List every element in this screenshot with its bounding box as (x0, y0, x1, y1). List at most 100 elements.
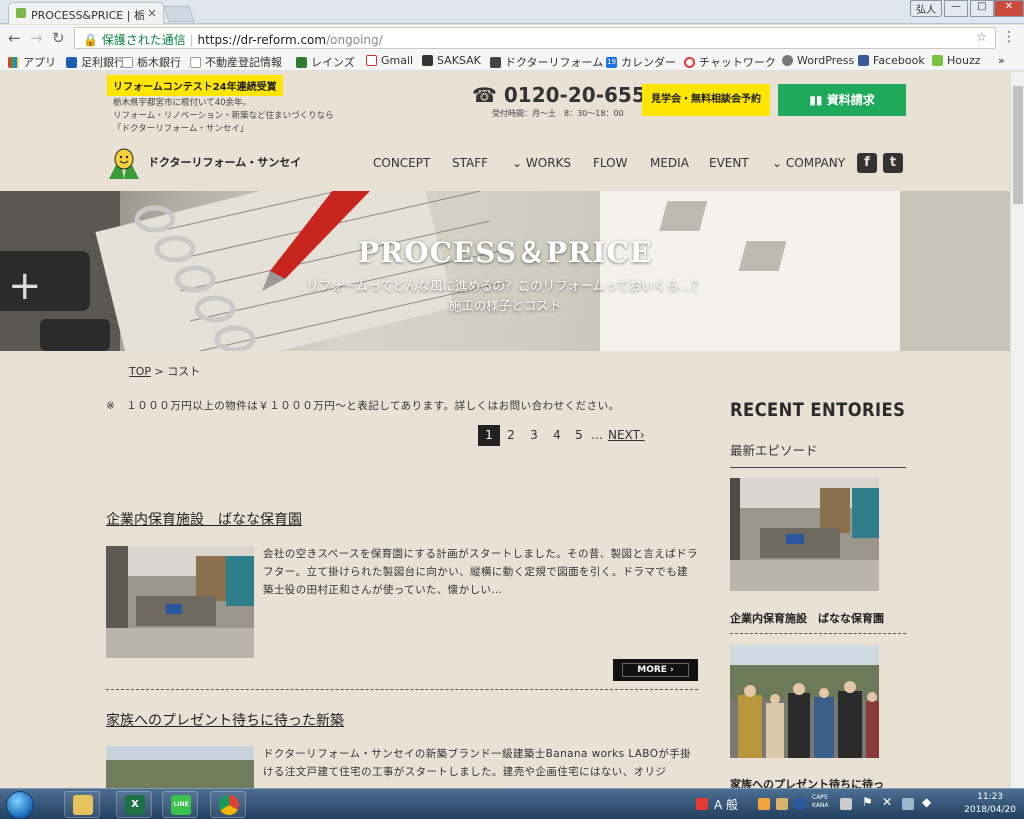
taskbar-chrome[interactable] (210, 791, 246, 818)
taskbar-explorer[interactable] (64, 791, 100, 818)
system-clock[interactable]: 11:23 2018/04/20 (964, 791, 1016, 817)
site-favicon-icon (16, 8, 26, 18)
dropbox-icon[interactable]: ◆ (922, 795, 931, 809)
twitter-icon[interactable]: t (883, 153, 903, 173)
address-bar[interactable]: 🔒 保護された通信 | https://dr-reform.com/ongoin… (74, 27, 996, 49)
reins-icon (296, 56, 307, 68)
user-profile-button[interactable]: 弘人 (910, 0, 942, 17)
nav-works[interactable]: ⌄ WORKS (512, 156, 571, 170)
bookmark-saksak[interactable]: SAKSAK (422, 54, 481, 67)
back-arrow-icon[interactable]: ← (8, 29, 21, 47)
breadcrumb-top-link[interactable]: TOP (129, 365, 151, 378)
web-page: リフォームコンテスト24年連続受賞 栃木県宇都宮市に根付いて40余年。 リフォー… (0, 72, 1010, 788)
help-icon[interactable] (794, 798, 806, 810)
site-logo[interactable]: ドクターリフォーム・サンセイ (106, 145, 301, 179)
browser-menu-icon[interactable]: ⋮ (1002, 29, 1016, 45)
bookmark-label: 栃木銀行 (137, 56, 181, 69)
post-thumbnail[interactable] (106, 546, 254, 658)
tray-app-icon[interactable] (840, 798, 852, 810)
bookmark-label: カレンダー (621, 56, 676, 69)
chevron-down-icon: ⌄ (772, 156, 783, 170)
minimize-icon[interactable]: — (944, 0, 968, 17)
pagination-page-1[interactable]: 1 (478, 425, 500, 446)
pagination-page-2[interactable]: 2 (502, 425, 520, 446)
pagination-page-5[interactable]: 5 (570, 425, 588, 446)
bank-icon (66, 56, 77, 68)
windows-start-button[interactable] (6, 791, 34, 819)
bookmark-label: Facebook (873, 54, 925, 67)
post-divider (106, 689, 698, 690)
line-app-icon: LINE (171, 795, 191, 815)
bookmark-registry[interactable]: 不動産登記情報 (190, 54, 282, 70)
more-button[interactable]: MORE › (613, 659, 698, 681)
taskbar-excel[interactable]: X (116, 791, 152, 818)
post-thumbnail[interactable] (106, 746, 254, 788)
post-title-link[interactable]: 企業内保育施設 ばなな保育園 (106, 509, 302, 529)
clock-time: 11:23 (977, 792, 1004, 802)
bookmark-label: レインズ (311, 56, 355, 69)
request-materials-button[interactable]: ▮▮ 資料請求 (778, 84, 906, 116)
facebook-icon[interactable]: f (857, 153, 877, 173)
forward-arrow-icon[interactable]: → (30, 29, 43, 47)
bookmark-dr-reform[interactable]: ドクターリフォーム (490, 54, 603, 70)
sidebar-entry-title[interactable]: 家族へのプレゼント待ちに待っ (730, 776, 884, 788)
nav-flow[interactable]: FLOW (593, 156, 627, 170)
pagination-page-3[interactable]: 3 (525, 425, 543, 446)
hero-subtitle: リフォームってどんな風に進めるの？このリフォームっておいくら…？ (306, 278, 704, 293)
url-path: /ongoing/ (326, 33, 383, 47)
close-tab-icon[interactable]: × (147, 6, 157, 20)
bookmark-calendar[interactable]: 19 カレンダー (606, 54, 676, 70)
browser-tab[interactable]: PROCESS&PRICE | 栃 × (8, 2, 164, 24)
business-hours: 受付時間：月～土 8：30～18：00 (492, 109, 624, 118)
sidebar-entry-title[interactable]: 企業内保育施設 ばなな保育園 (730, 610, 884, 626)
sidebar-entry-thumbnail[interactable] (730, 478, 879, 591)
maximize-icon[interactable]: □ (970, 0, 994, 17)
bookmark-facebook[interactable]: Facebook (858, 54, 925, 67)
hero-banner: + PROCESS＆PRICE リフォームってどんな風に進めるの？このリフォーム… (0, 191, 1010, 351)
scrollbar-thumb[interactable] (1013, 86, 1023, 204)
family-photo (106, 746, 254, 788)
bookmark-ashikaga-bank[interactable]: 足利銀行 (66, 54, 125, 70)
nav-staff[interactable]: STAFF (452, 156, 488, 170)
facebook-icon (858, 55, 869, 66)
volume-muted-icon[interactable]: ✕ (882, 795, 892, 809)
bookmark-wordpress[interactable]: WordPress (782, 54, 854, 67)
phone-number[interactable]: ☎ 0120-20-6551 (472, 83, 660, 107)
new-tab-button[interactable] (163, 6, 195, 22)
caps-label: CAPS (812, 794, 828, 801)
nav-concept[interactable]: CONCEPT (373, 156, 430, 170)
nav-event[interactable]: EVENT (709, 156, 749, 170)
tagline-line: 「ドクターリフォーム・サンセイ」 (113, 124, 249, 134)
consultation-booking-button[interactable]: 見学会・無料相談会予約 (642, 84, 770, 116)
pagination-next[interactable]: NEXT› (608, 425, 645, 446)
nav-media[interactable]: MEDIA (650, 156, 689, 170)
bookmark-houzz[interactable]: Houzz (932, 54, 981, 67)
taskbar-line[interactable]: LINE (162, 791, 198, 818)
sidebar-entry-thumbnail[interactable] (730, 645, 879, 758)
nav-company[interactable]: ⌄ COMPANY (772, 156, 845, 170)
tray-app-icon[interactable] (776, 798, 788, 810)
secure-label: 保護された通信 (101, 33, 186, 47)
post-title-link[interactable]: 家族へのプレゼント待ちに待った新築 (106, 710, 344, 730)
tagline-line: 栃木県宇都宮市に根付いて40余年。 (113, 98, 252, 108)
tray-app-icon[interactable] (758, 798, 770, 810)
bookmark-chatwork[interactable]: チャットワーク (684, 54, 776, 70)
bookmark-label: 不動産登記情報 (205, 56, 282, 69)
close-window-icon[interactable]: ✕ (994, 0, 1024, 17)
flag-icon[interactable]: ⚑ (862, 795, 873, 809)
bookmark-reins[interactable]: レインズ (296, 54, 355, 70)
logo-text: ドクターリフォーム・サンセイ (148, 156, 302, 169)
bookmark-gmail[interactable]: Gmail (366, 54, 413, 67)
browser-tab-bar: PROCESS&PRICE | 栃 × 弘人 — □ ✕ (0, 0, 1024, 24)
pagination-page-4[interactable]: 4 (548, 425, 566, 446)
bookmark-tochigi-bank[interactable]: 栃木銀行 (122, 54, 181, 70)
ime-indicator[interactable]: A 般 (714, 796, 738, 813)
more-bookmarks-icon[interactable]: » (998, 54, 1005, 67)
tray-app-icon[interactable] (696, 798, 708, 810)
bookmark-apps[interactable]: アプリ (8, 54, 56, 70)
sidebar-subheading: 最新エピソード (730, 443, 818, 458)
bookmark-star-icon[interactable]: ☆ (976, 30, 987, 44)
network-icon[interactable] (902, 798, 914, 810)
reload-icon[interactable]: ↻ (52, 29, 65, 47)
page-scrollbar[interactable] (1010, 72, 1024, 788)
